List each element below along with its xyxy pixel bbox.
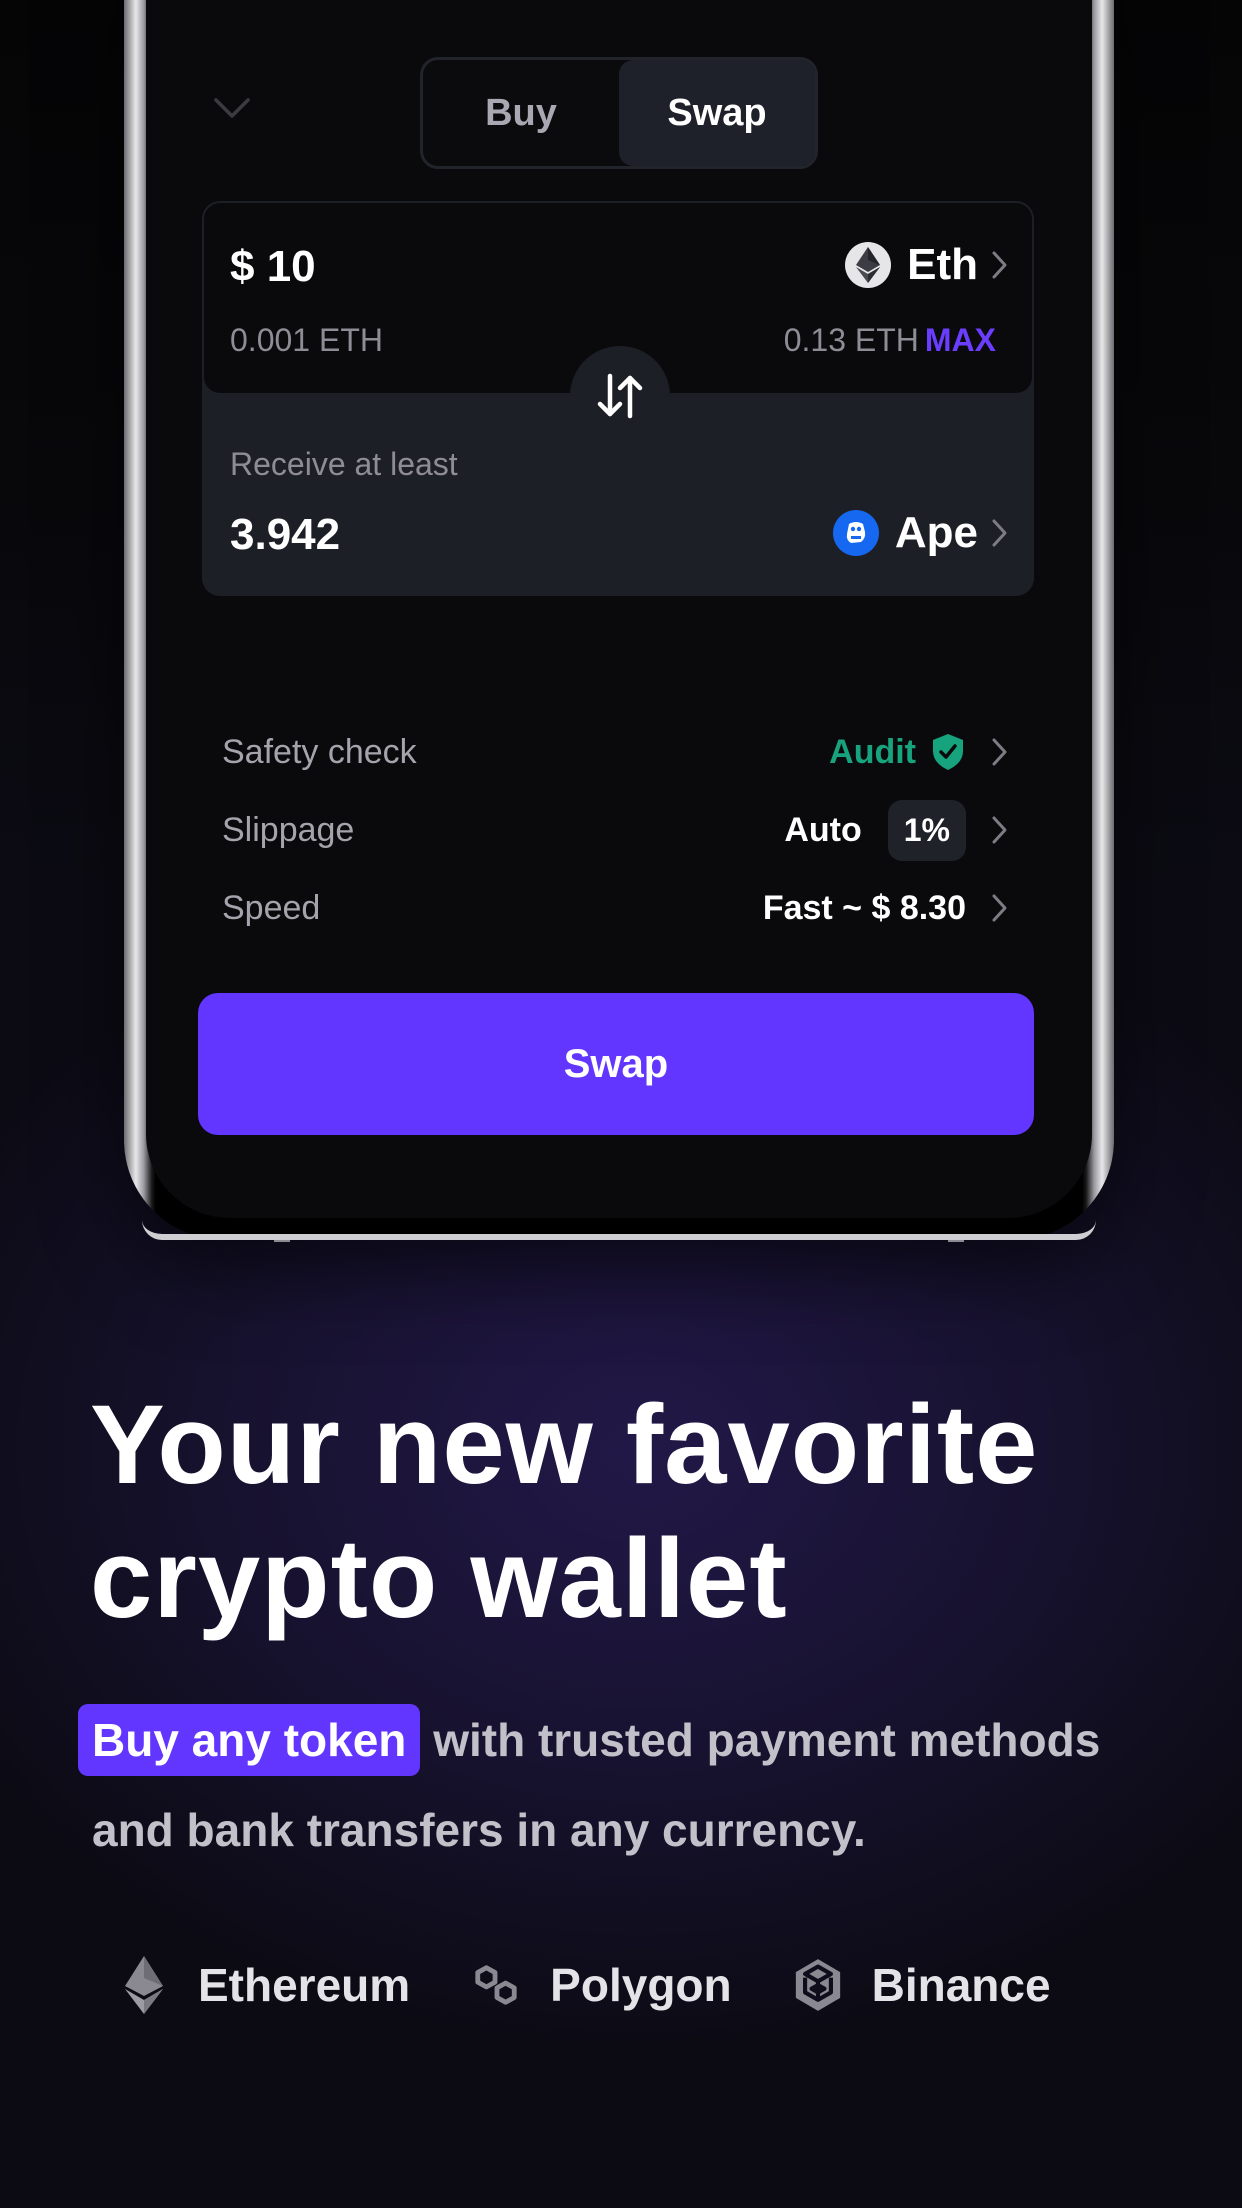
chain-label: Binance [871,1959,1051,2011]
speed-row[interactable]: Speed Fast ~ $ 8.30 [222,878,1010,938]
subtext: Buy any token with trusted payment metho… [78,1695,1192,1875]
speed-label: Speed [222,888,321,927]
to-token-selector[interactable]: Ape [832,508,1010,558]
swap-submit-button[interactable]: Swap [198,993,1034,1135]
shield-check-icon [933,734,963,770]
headline-line-2: crypto wallet [90,1516,788,1641]
chevron-right-icon [992,519,1007,547]
headline: Your new favorite crypto wallet [90,1378,1170,1646]
speed-fee: Fast ~ $ 8.30 [762,888,966,927]
chain-ethereum: Ethereum [120,1955,410,2015]
slippage-percent-chip[interactable]: 1% [887,799,966,861]
chain-label: Ethereum [198,1959,411,2011]
receive-amount: 3.942 [230,510,341,559]
slippage-row[interactable]: Slippage Auto 1% [222,799,1010,861]
max-button[interactable]: MAX [925,322,996,358]
safety-check-value: Audit [829,732,1010,772]
chevron-right-icon [992,894,1007,922]
flip-direction-button[interactable] [570,346,670,446]
mode-segmented-control: Buy Swap [420,57,818,169]
safety-check-label: Safety check [222,732,417,771]
chain-polygon: Polygon [472,1955,732,2015]
phone-mockup: Buy Swap $ 10 0.001 ETH Eth 0.13 ETHMAX [124,0,1114,1242]
speed-value: Fast ~ $ 8.30 [763,889,1010,928]
ethereum-icon [120,1955,168,2015]
chevron-right-icon [992,251,1007,279]
chevron-right-icon [992,816,1007,844]
slippage-value: Auto 1% [784,799,1010,861]
from-amount-converted: 0.001 ETH [230,322,383,358]
from-token-label: Eth [907,240,978,289]
apecoin-icon [832,510,879,556]
chain-binance: Binance [794,1955,1051,2015]
supported-chains: Ethereum Polygon Binance [120,1955,1113,2015]
tab-buy[interactable]: Buy [423,60,619,166]
balance-value: 0.13 ETH [783,322,919,358]
chevron-right-icon [992,738,1007,766]
chain-label: Polygon [550,1959,732,2011]
receive-label: Receive at least [230,446,458,482]
to-token-label: Ape [894,508,978,557]
chevron-down-icon[interactable] [212,88,252,128]
from-amount-input[interactable]: $ 10 [230,242,316,292]
polygon-icon [472,1955,520,2015]
highlight-buy-any-token: Buy any token [78,1704,421,1776]
phone-button-notch [948,1234,964,1242]
phone-button-notch [274,1234,290,1242]
headline-line-1: Your new favorite [90,1382,1039,1507]
tab-swap[interactable]: Swap [619,60,815,166]
binance-icon [794,1955,842,2015]
phone-screen: Buy Swap $ 10 0.001 ETH Eth 0.13 ETHMAX [146,0,1092,1218]
safety-check-row[interactable]: Safety check Audit [222,722,1010,782]
slippage-mode: Auto [784,810,862,849]
slippage-label: Slippage [222,810,355,849]
ethereum-icon [845,242,892,288]
from-token-selector[interactable]: Eth [845,240,1010,290]
from-balance: 0.13 ETH MAX [784,322,996,359]
swap-arrows-icon [597,373,643,419]
audit-status: Audit [829,732,916,771]
